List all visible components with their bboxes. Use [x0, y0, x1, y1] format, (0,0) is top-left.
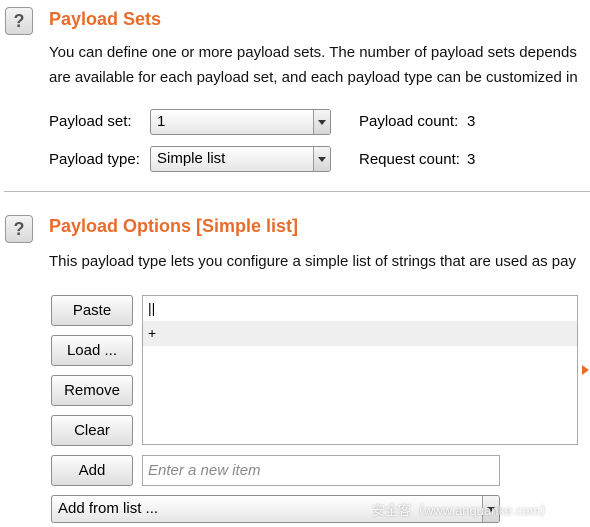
request-count-label: Request count: — [359, 151, 460, 168]
triangle-right-icon — [582, 365, 589, 375]
payload-count-label: Payload count: — [359, 113, 459, 130]
list-item[interactable]: + — [143, 321, 577, 346]
section-divider — [4, 191, 590, 192]
new-item-input[interactable] — [142, 455, 500, 486]
payload-set-label: Payload set: — [49, 113, 132, 130]
paste-button[interactable]: Paste — [51, 295, 133, 326]
watermark-text: 安全客（www.anquanke.com） — [372, 503, 554, 518]
payload-type-select[interactable]: Simple list — [150, 146, 331, 172]
payload-set-select[interactable]: 1 — [150, 109, 331, 135]
payload-set-value: 1 — [157, 113, 166, 130]
payload-type-value: Simple list — [157, 150, 226, 167]
payload-sets-title: Payload Sets — [49, 9, 162, 29]
request-count-value: 3 — [467, 151, 476, 168]
load-button[interactable]: Load ... — [51, 335, 133, 366]
help-icon[interactable]: ? — [5, 7, 33, 35]
payload-options-description: This payload type lets you configure a s… — [49, 253, 576, 270]
payload-list[interactable]: || + — [142, 295, 578, 445]
chevron-down-icon — [313, 147, 330, 171]
chevron-down-icon — [313, 110, 330, 134]
list-item[interactable] — [143, 346, 577, 371]
payload-options-title: Payload Options [Simple list] — [49, 216, 299, 236]
remove-button[interactable]: Remove — [51, 375, 133, 406]
add-from-list-label: Add from list ... — [58, 500, 159, 517]
add-button[interactable]: Add — [51, 455, 133, 486]
payload-count-value: 3 — [467, 113, 476, 130]
list-item[interactable]: || — [143, 296, 577, 321]
help-icon[interactable]: ? — [5, 215, 33, 243]
payload-sets-description-line2: are available for each payload set, and … — [49, 69, 578, 86]
clear-button[interactable]: Clear — [51, 415, 133, 446]
payload-sets-description-line1: You can define one or more payload sets.… — [49, 44, 577, 61]
payload-type-label: Payload type: — [49, 151, 140, 168]
